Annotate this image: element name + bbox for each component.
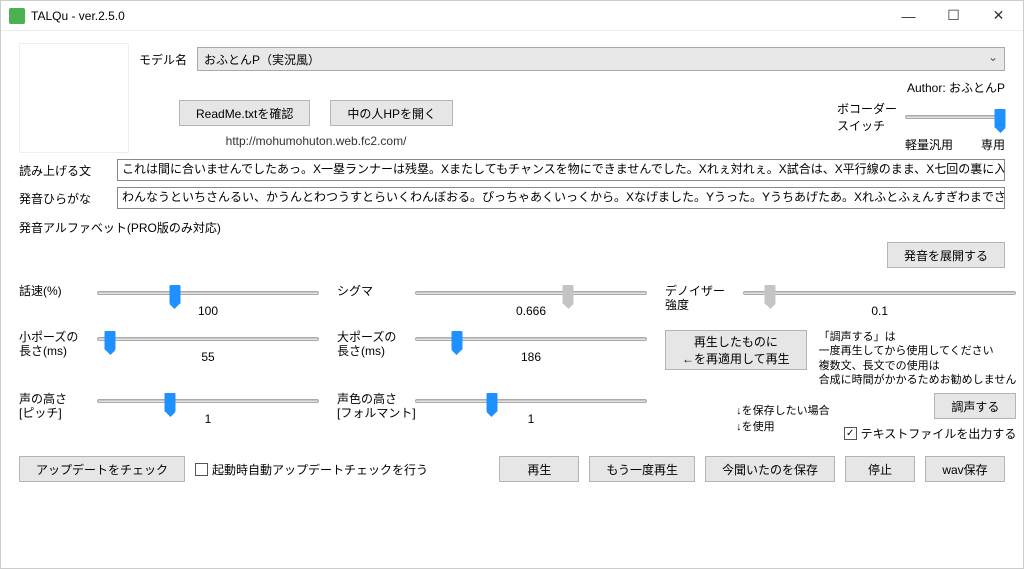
- window-title: TALQu - ver.2.5.0: [31, 9, 886, 23]
- close-button[interactable]: ✕: [976, 2, 1021, 30]
- stop-button[interactable]: 停止: [845, 456, 915, 482]
- pro-label: 発音アルファベット(PRO版のみ対応): [19, 219, 221, 236]
- check-update-button[interactable]: アップデートをチェック: [19, 456, 185, 482]
- pitch-label: 声の高さ [ピッチ]: [19, 392, 91, 421]
- app-icon: [9, 8, 25, 24]
- vocoder-option-light: 軽量汎用: [905, 136, 953, 153]
- expand-pronunciation-button[interactable]: 発音を展開する: [887, 242, 1005, 268]
- vocoder-slider[interactable]: [995, 109, 1006, 128]
- large-pause-value: 186: [521, 350, 541, 364]
- model-select[interactable]: おふとんP（実況風）: [197, 47, 1005, 71]
- auto-update-checkbox[interactable]: [195, 463, 208, 476]
- open-hp-button[interactable]: 中の人HPを開く: [330, 100, 453, 126]
- hiragana-label: 発音ひらがな: [19, 190, 111, 207]
- play-button[interactable]: 再生: [499, 456, 579, 482]
- small-pause-value: 55: [201, 350, 214, 364]
- large-pause-slider[interactable]: [451, 331, 462, 350]
- app-window: TALQu - ver.2.5.0 — ☐ ✕ モデル名 おふとんP（実況風） …: [0, 0, 1024, 569]
- denoiser-slider-group: デノイザー 強度 0.1: [665, 284, 1016, 318]
- formant-slider-group: 声色の高さ [フォルマント] 1: [337, 392, 647, 442]
- read-text-label: 読み上げる文: [19, 162, 111, 179]
- read-text-input[interactable]: これは間に合いませんでしたあっ。X一塁ランナーは残塁。Xまたしてもチャンスを物に…: [117, 159, 1005, 181]
- pitch-slider[interactable]: [165, 393, 176, 412]
- titlebar: TALQu - ver.2.5.0 — ☐ ✕: [1, 1, 1023, 31]
- hiragana-input[interactable]: わんなうといちさんるい、かうんとわつうすとらいくわんぼおる。ぴっちゃあくいっくか…: [117, 187, 1005, 209]
- speed-value: 100: [198, 304, 218, 318]
- speed-slider[interactable]: [169, 285, 180, 304]
- vocoder-option-dedicated: 専用: [981, 136, 1005, 153]
- read-text-row: 読み上げる文 これは間に合いませんでしたあっ。X一塁ランナーは残塁。Xまたしても…: [19, 159, 1005, 181]
- large-pause-slider-group: 大ポーズの 長さ(ms) 186: [337, 330, 647, 380]
- author-label: Author: おふとんP: [139, 79, 1005, 96]
- model-selected: おふとんP（実況風）: [204, 51, 320, 68]
- large-pause-label: 大ポーズの 長さ(ms): [337, 330, 409, 359]
- save-note: ↓を保存したい場合 ↓を使用: [736, 402, 830, 434]
- save-heard-button[interactable]: 今聞いたのを保存: [705, 456, 835, 482]
- top-row: モデル名 おふとんP（実況風） Author: おふとんP ReadMe.txt…: [19, 43, 1005, 153]
- auto-update-label: 起動時自動アップデートチェックを行う: [212, 461, 428, 478]
- tune-button[interactable]: 調声する: [934, 393, 1016, 419]
- sigma-label: シグマ: [337, 284, 409, 298]
- reapply-replay-button[interactable]: 再生したものに ←を再適用して再生: [665, 330, 807, 370]
- bottom-row: アップデートをチェック 起動時自動アップデートチェックを行う 再生 もう一度再生…: [19, 456, 1005, 482]
- formant-label: 声色の高さ [フォルマント]: [337, 392, 409, 421]
- model-image: [19, 43, 129, 153]
- speed-label: 話速(%): [19, 284, 91, 298]
- hp-url: http://mohumohuton.web.fc2.com/: [226, 134, 407, 148]
- speed-slider-group: 話速(%) 100: [19, 284, 319, 318]
- save-wav-button[interactable]: wav保存: [925, 456, 1005, 482]
- denoiser-slider[interactable]: [765, 285, 776, 304]
- maximize-button[interactable]: ☐: [931, 2, 976, 30]
- sigma-slider[interactable]: [563, 285, 574, 304]
- output-text-checkbox[interactable]: ✓: [844, 427, 857, 440]
- formant-value: 1: [528, 412, 535, 426]
- pitch-value: 1: [205, 412, 212, 426]
- pro-row: 発音アルファベット(PRO版のみ対応): [19, 219, 1005, 236]
- sliders-area: 話速(%) 100 シグマ 0.666 デノイザー 強度 0.1: [19, 284, 1005, 442]
- sigma-value: 0.666: [516, 304, 546, 318]
- output-text-label: テキストファイルを出力する: [861, 425, 1017, 442]
- pitch-slider-group: 声の高さ [ピッチ] 1: [19, 392, 319, 442]
- small-pause-slider[interactable]: [105, 331, 116, 350]
- sigma-slider-group: シグマ 0.666: [337, 284, 647, 318]
- tune-note: 「調声する」は 一度再生してから使用してください 複数文、長文での使用は 合成に…: [819, 330, 1017, 387]
- small-pause-label: 小ポーズの 長さ(ms): [19, 330, 91, 359]
- model-label: モデル名: [139, 51, 189, 68]
- formant-slider[interactable]: [486, 393, 497, 412]
- denoiser-value: 0.1: [871, 304, 888, 318]
- content-area: モデル名 おふとんP（実況風） Author: おふとんP ReadMe.txt…: [1, 31, 1023, 568]
- model-row: モデル名 おふとんP（実況風）: [139, 47, 1005, 71]
- denoiser-label: デノイザー 強度: [665, 284, 737, 313]
- hiragana-row: 発音ひらがな わんなうといちさんるい、かうんとわつうすとらいくわんぼおる。ぴっち…: [19, 187, 1005, 209]
- readme-button[interactable]: ReadMe.txtを確認: [179, 100, 310, 126]
- small-pause-slider-group: 小ポーズの 長さ(ms) 55: [19, 330, 319, 380]
- play-again-button[interactable]: もう一度再生: [589, 456, 695, 482]
- vocoder-label: ボコーダー スイッチ: [837, 100, 897, 134]
- minimize-button[interactable]: —: [886, 2, 931, 30]
